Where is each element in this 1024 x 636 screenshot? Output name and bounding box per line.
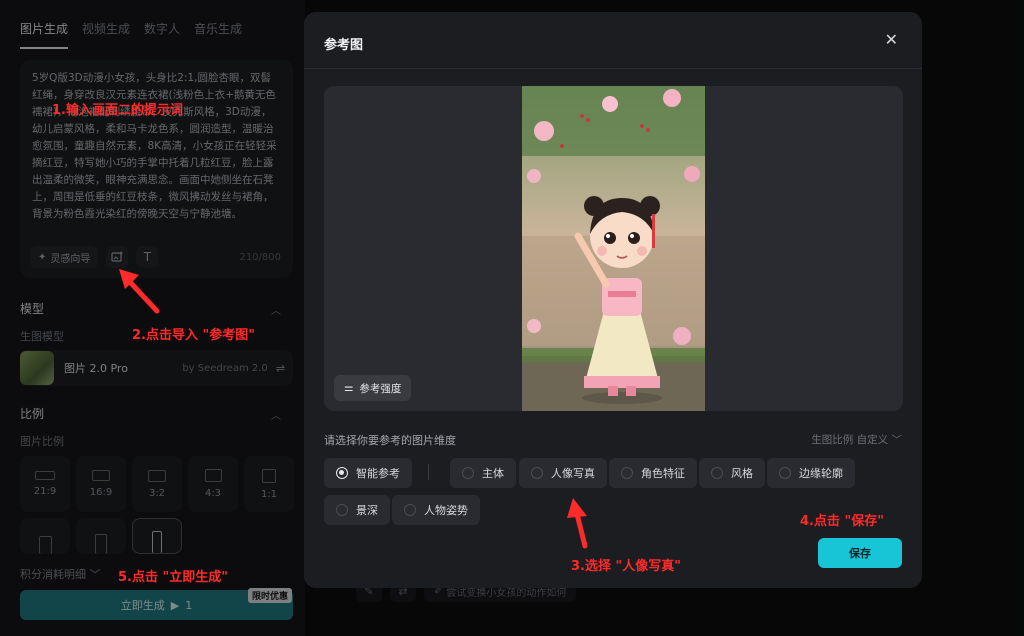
- option-style[interactable]: 风格: [699, 458, 765, 488]
- option-smart-reference[interactable]: 智能参考: [324, 458, 412, 488]
- option-character-features[interactable]: 角色特征: [609, 458, 697, 488]
- option-label: 人物姿势: [424, 504, 468, 517]
- radio-icon: [531, 467, 543, 479]
- radio-icon: [711, 467, 723, 479]
- strength-label: 参考强度: [359, 382, 402, 395]
- option-label: 风格: [731, 467, 753, 480]
- annotation-step3: 3.选择 "人像写真": [571, 559, 682, 574]
- dialog-title: 参考图: [324, 38, 364, 53]
- option-subject[interactable]: 主体: [450, 458, 516, 488]
- annotation-step2: 2.点击导入 "参考图": [132, 328, 256, 343]
- divider: [428, 464, 429, 480]
- divider: [304, 68, 922, 69]
- annotation-arrow-icon: [119, 269, 160, 314]
- option-label: 角色特征: [641, 467, 685, 480]
- reference-image: [522, 86, 705, 411]
- annotation-arrow-icon: [567, 498, 588, 549]
- radio-icon: [336, 504, 348, 516]
- ratio-select-label: 生图比例 自定义: [811, 434, 889, 446]
- save-button[interactable]: 保存: [818, 538, 902, 568]
- annotation-step1: 1.输入画面二的提示词: [52, 103, 183, 118]
- chevron-down-icon: ﹀: [891, 434, 903, 446]
- option-portrait[interactable]: 人像写真: [519, 458, 607, 488]
- ratio-select[interactable]: 生图比例 自定义 ﹀: [811, 432, 902, 447]
- radio-icon: [621, 467, 633, 479]
- annotation-step5: 5.点击 "立即生成": [118, 570, 229, 585]
- reference-strength-button[interactable]: ⚌ 参考强度: [334, 375, 412, 401]
- sliders-icon: ⚌: [344, 382, 354, 394]
- close-icon[interactable]: ✕: [885, 30, 898, 49]
- option-label: 人像写真: [551, 467, 595, 480]
- radio-icon: [336, 467, 348, 479]
- reference-image-dialog: 参考图 ✕ ⚌ 参考强度 请选择你要参考的图片维度 生图比例 自定义 ﹀ 智能参…: [304, 12, 922, 588]
- radio-icon: [779, 467, 791, 479]
- dimension-label: 请选择你要参考的图片维度: [324, 434, 456, 447]
- option-label: 智能参考: [356, 467, 400, 480]
- option-pose[interactable]: 人物姿势: [392, 495, 480, 525]
- radio-icon: [462, 467, 474, 479]
- option-label: 边缘轮廓: [799, 467, 843, 480]
- option-label: 景深: [356, 504, 378, 517]
- radio-icon: [404, 504, 416, 516]
- option-depth-of-field[interactable]: 景深: [324, 495, 390, 525]
- option-edge-outline[interactable]: 边缘轮廓: [767, 458, 855, 488]
- option-label: 主体: [482, 467, 504, 480]
- annotation-step4: 4.点击 "保存": [800, 514, 885, 529]
- reference-preview: ⚌ 参考强度: [324, 86, 903, 411]
